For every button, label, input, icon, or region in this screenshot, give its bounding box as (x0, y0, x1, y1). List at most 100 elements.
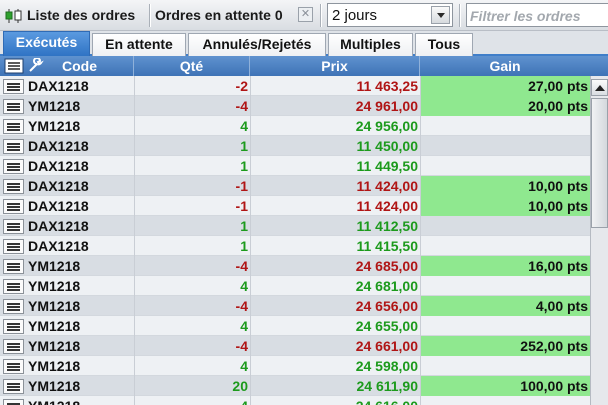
order-details-icon[interactable] (3, 299, 24, 314)
tab-tous[interactable]: Tous (415, 33, 473, 56)
header-corner (590, 56, 608, 76)
table-row[interactable]: DAX1218 -1 11 424,00 10,00 pts (0, 196, 590, 216)
toolbar-separator (320, 4, 321, 27)
tab-multiples[interactable]: Multiples (328, 33, 413, 56)
cell-prix: 11 463,25 (250, 76, 420, 96)
cell-gain (420, 216, 590, 236)
order-details-icon[interactable] (3, 139, 24, 154)
table-row[interactable]: DAX1218 -1 11 424,00 10,00 pts (0, 176, 590, 196)
chevron-down-icon[interactable] (431, 6, 450, 24)
cell-code: DAX1218 (28, 138, 89, 154)
table-row[interactable]: YM1218 -4 24 961,00 20,00 pts (0, 96, 590, 116)
order-details-icon[interactable] (3, 379, 24, 394)
cell-gain (420, 316, 590, 336)
cell-code: YM1218 (28, 258, 81, 274)
order-details-icon[interactable] (3, 199, 24, 214)
order-details-icon[interactable] (3, 159, 24, 174)
cell-prix: 24 656,00 (250, 296, 420, 316)
cell-gain: 20,00 pts (420, 96, 590, 116)
table-row[interactable]: YM1218 4 24 655,00 (0, 316, 590, 336)
period-select[interactable]: 2 jours (327, 3, 453, 27)
cell-prix: 11 424,00 (250, 176, 420, 196)
cell-qte: 20 (134, 376, 250, 396)
tab-executes[interactable]: Exécutés (3, 31, 90, 56)
orders-table: Code Qté Prix Gain DAX1218 -2 11 463,25 27,… (0, 56, 590, 405)
table-row[interactable]: DAX1218 1 11 449,50 (0, 156, 590, 176)
cell-prix: 24 956,00 (250, 116, 420, 136)
order-details-icon[interactable] (3, 79, 24, 94)
cell-gain (420, 276, 590, 296)
order-details-icon[interactable] (3, 359, 24, 374)
filter-placeholder: Filtrer les ordres (470, 8, 581, 24)
cell-prix: 11 424,00 (250, 196, 420, 216)
cell-qte: -4 (134, 336, 250, 356)
table-row[interactable]: YM1218 4 24 598,00 (0, 356, 590, 376)
cell-gain: 27,00 pts (420, 76, 590, 96)
table-row[interactable]: YM1218 -4 24 685,00 16,00 pts (0, 256, 590, 276)
cell-qte: 4 (134, 356, 250, 376)
table-row[interactable]: YM1218 -4 24 656,00 4,00 pts (0, 296, 590, 316)
period-select-value: 2 jours (332, 7, 378, 24)
cell-prix: 24 685,00 (250, 256, 420, 276)
tab-bar: Exécutés En attente Annulés/Rejetés Mult… (0, 31, 608, 56)
filter-input[interactable]: Filtrer les ordres (466, 3, 608, 27)
toolbar-separator (149, 4, 150, 27)
cell-prix: 24 655,00 (250, 316, 420, 336)
order-details-icon[interactable] (3, 99, 24, 114)
cell-code: YM1218 (28, 98, 81, 114)
cell-qte: -4 (134, 96, 250, 116)
scroll-up-icon[interactable] (591, 79, 608, 96)
order-details-icon[interactable] (3, 119, 24, 134)
table-row[interactable]: DAX1218 -2 11 463,25 27,00 pts (0, 76, 590, 96)
order-details-icon[interactable] (3, 399, 24, 405)
cell-code: DAX1218 (28, 218, 89, 234)
cell-code: YM1218 (28, 396, 134, 405)
toolbar: Liste des ordres Ordres en attente 0 ✕ 2… (0, 0, 608, 31)
table-row[interactable]: DAX1218 1 11 415,50 (0, 236, 590, 256)
cell-gain: 16,00 pts (420, 256, 590, 276)
table-row[interactable]: YM1218 20 24 611,90 100,00 pts (0, 376, 590, 396)
cell-prix: 11 449,50 (250, 156, 420, 176)
column-header-gain[interactable]: Gain (420, 56, 590, 76)
cell-prix: 11 450,00 (250, 136, 420, 156)
cell-qte: -1 (134, 176, 250, 196)
cell-gain: 10,00 pts (420, 176, 590, 196)
table-row[interactable]: YM1218 -4 24 661,00 252,00 pts (0, 336, 590, 356)
cell-code: DAX1218 (28, 198, 89, 214)
scroll-thumb[interactable] (591, 98, 608, 228)
cell-qte: 4 (134, 316, 250, 336)
tab-en-attente[interactable]: En attente (92, 33, 186, 56)
cell-gain (420, 236, 590, 256)
order-details-icon[interactable] (3, 279, 24, 294)
order-details-icon[interactable] (3, 339, 24, 354)
cell-prix: 24 681,00 (250, 276, 420, 296)
clear-pending-icon[interactable]: ✕ (298, 7, 313, 22)
table-row[interactable]: DAX1218 1 11 412,50 (0, 216, 590, 236)
order-details-icon[interactable] (3, 239, 24, 254)
cell-prix: 11 412,50 (250, 216, 420, 236)
cell-code: DAX1218 (28, 178, 89, 194)
order-details-icon[interactable] (3, 219, 24, 234)
cell-gain: 100,00 pts (420, 376, 590, 396)
pending-orders-label[interactable]: Ordres en attente 0 (155, 7, 283, 23)
table-row[interactable]: YM1218 4 24 956,00 (0, 116, 590, 136)
cell-prix: 24 611,90 (250, 376, 420, 396)
cell-gain (420, 156, 590, 176)
table-row[interactable]: DAX1218 1 11 450,00 (0, 136, 590, 156)
order-details-icon[interactable] (3, 179, 24, 194)
table-row[interactable]: YM1218 4 24 681,00 (0, 276, 590, 296)
cell-code: DAX1218 (28, 238, 89, 254)
column-header-code[interactable]: Code (0, 56, 134, 76)
table-row[interactable]: YM1218424 616,00 (0, 396, 590, 405)
cell-qte: -4 (134, 296, 250, 316)
order-details-icon[interactable] (3, 259, 24, 274)
order-details-icon[interactable] (3, 319, 24, 334)
column-header-qte[interactable]: Qté (134, 56, 250, 76)
tab-annules-rejetes[interactable]: Annulés/Rejetés (188, 33, 326, 56)
cell-code: DAX1218 (28, 78, 89, 94)
cell-prix: 24 661,00 (250, 336, 420, 356)
cell-prix: 24 616,00 (250, 396, 420, 405)
cell-code: YM1218 (28, 338, 81, 354)
vertical-scrollbar[interactable] (590, 76, 608, 405)
column-header-prix[interactable]: Prix (250, 56, 420, 76)
